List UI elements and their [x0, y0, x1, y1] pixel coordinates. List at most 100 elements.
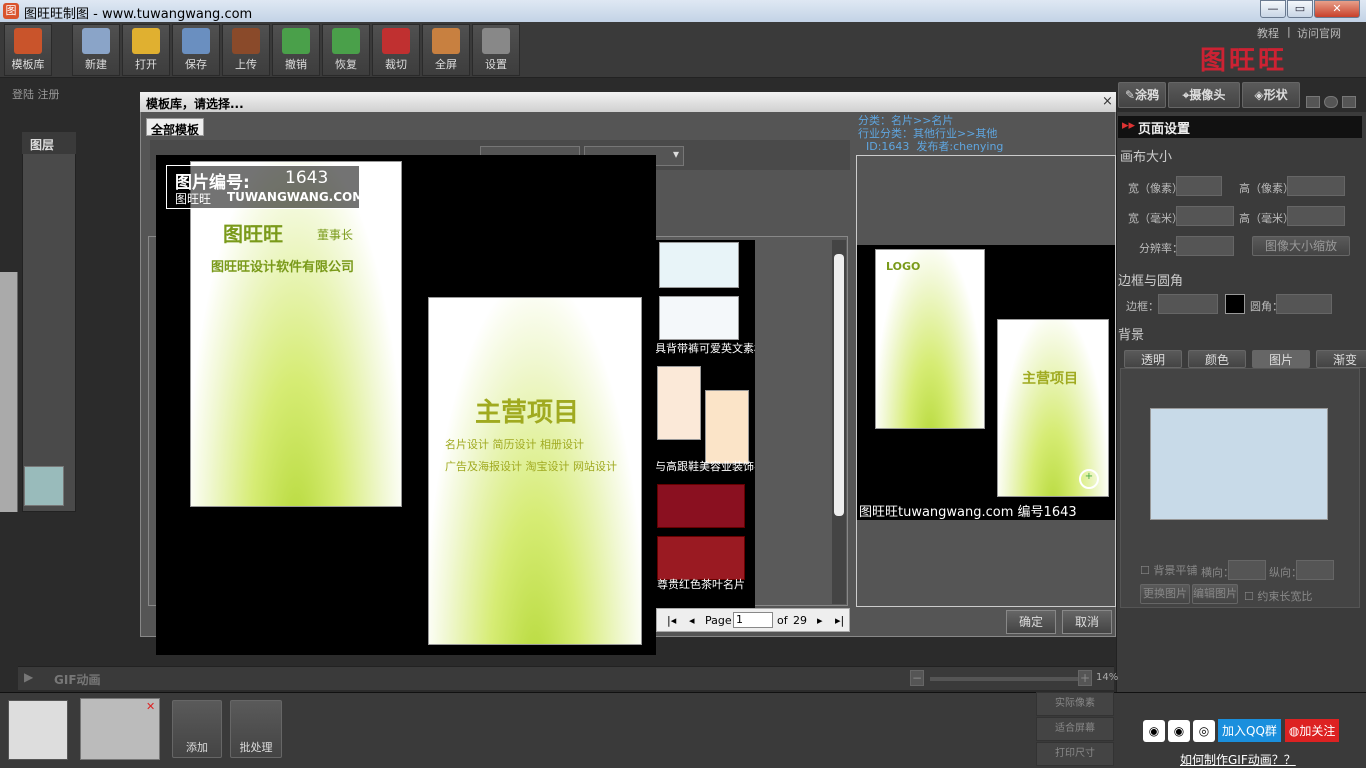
total-pages: 29	[793, 614, 807, 627]
login-link[interactable]: 登陆	[12, 88, 34, 101]
follow-weibo-button[interactable]: ◍加关注	[1284, 719, 1340, 742]
radius-input[interactable]	[1276, 294, 1332, 314]
play-icon[interactable]: ▶	[24, 670, 33, 684]
template-hover-preview: 图旺旺 董事长 图旺旺设计软件有限公司 主营项目 名片设计 简历设计 相册设计 …	[156, 155, 656, 655]
last-page-icon[interactable]: ▸|	[835, 614, 844, 627]
template-library-button[interactable]: 模板库	[4, 24, 52, 76]
open-button[interactable]: 打开	[122, 24, 170, 76]
save-button[interactable]: 保存	[172, 24, 220, 76]
page-input[interactable]: 1	[733, 612, 773, 628]
gif-howto-link[interactable]: 如何制作GIF动画？？	[1180, 751, 1296, 768]
zoom-magnifier-icon[interactable]: +	[1079, 469, 1099, 489]
ok-button[interactable]: 确定	[1006, 610, 1056, 634]
template-preview-image[interactable]: LOGO 主营项目 + 图旺旺tuwangwang.com 编号1643	[857, 245, 1115, 520]
stamp-url: TUWANGWANG.COM	[227, 190, 365, 204]
layers-title: 图层	[22, 132, 76, 154]
add-frame-button[interactable]: 添加	[172, 700, 222, 758]
info-id-publisher: ID:1643 发布者:chenying	[866, 140, 1004, 153]
paint-tool-tab[interactable]: ✎涂鸦	[1118, 82, 1166, 108]
first-page-icon[interactable]: |◂	[667, 614, 676, 627]
template-thumbnail[interactable]	[659, 242, 739, 288]
undo-button[interactable]: 撤销	[272, 24, 320, 76]
tutorial-link[interactable]: 教程	[1257, 25, 1279, 41]
bg-tab-3[interactable]: 渐变	[1316, 350, 1366, 368]
template-thumbnail[interactable]	[657, 366, 701, 440]
change-image-button[interactable]: 更换图片	[1140, 584, 1190, 604]
width-px-input[interactable]	[1176, 176, 1222, 196]
actual-pixels-button[interactable]: 实际像素	[1036, 692, 1114, 716]
print-size-button[interactable]: 打印尺寸	[1036, 742, 1114, 766]
scrollbar-thumb[interactable]	[834, 254, 844, 516]
resolution-input[interactable]	[1176, 236, 1234, 256]
frame-thumbnail[interactable]	[8, 700, 68, 760]
grid-scrollbar[interactable]	[832, 240, 846, 604]
prev-page-icon[interactable]: ◂	[689, 614, 695, 627]
undo-arrow-icon	[282, 28, 310, 54]
settings-button[interactable]: 设置	[472, 24, 520, 76]
join-qq-group-button[interactable]: 加入QQ群	[1218, 719, 1281, 742]
tile-bg-checkbox[interactable]: ☐ 背景平铺	[1140, 562, 1197, 578]
bg-tab-2[interactable]: 图片	[1252, 350, 1310, 368]
layers-panel	[22, 132, 76, 512]
qq-group-icon[interactable]: ◎	[1193, 720, 1215, 742]
register-link[interactable]: 注册	[38, 88, 60, 101]
preview-card-heading: 主营项目	[1022, 371, 1078, 387]
panel-circle-icon[interactable]	[1324, 96, 1338, 108]
height-mm-input[interactable]	[1287, 206, 1345, 226]
template-thumbnail[interactable]	[705, 390, 749, 464]
bg-tab-1[interactable]: 颜色	[1188, 350, 1246, 368]
zoom-level: 14%	[1096, 672, 1119, 683]
delete-frame-icon[interactable]: ✕	[146, 700, 155, 713]
zoom-slider[interactable]	[930, 677, 1080, 681]
minimize-button[interactable]: —	[1260, 0, 1286, 18]
tab-all-templates[interactable]: 全部模板	[146, 118, 204, 137]
dialog-close-button[interactable]: ×	[1102, 94, 1113, 109]
background-preview-image[interactable]	[1150, 408, 1328, 520]
toolbar-label: 恢复	[335, 58, 357, 71]
stamp-id: 1643	[285, 168, 329, 188]
template-thumbnail[interactable]	[657, 484, 745, 528]
vert-input[interactable]	[1296, 560, 1334, 580]
resize-image-button[interactable]: 图像大小缩放	[1252, 236, 1350, 256]
layer-thumbnail[interactable]	[24, 466, 64, 506]
qq-penguin-icon[interactable]: ◉	[1168, 720, 1190, 742]
batch-process-button[interactable]: 批处理	[230, 700, 282, 758]
maximize-button[interactable]: ▭	[1287, 0, 1313, 18]
panel-min-icon[interactable]	[1306, 96, 1320, 108]
weibo-icon: ◍	[1288, 724, 1300, 738]
bg-tab-0[interactable]: 透明	[1124, 350, 1182, 368]
fit-screen-button[interactable]: 适合屏幕	[1036, 717, 1114, 741]
redo-button[interactable]: 恢复	[322, 24, 370, 76]
lock-ratio-checkbox[interactable]: ☐ 约束长宽比	[1244, 588, 1312, 604]
border-color-swatch[interactable]	[1225, 294, 1245, 314]
next-page-icon[interactable]: ▸	[817, 614, 823, 627]
template-thumbnail[interactable]	[657, 536, 745, 580]
close-button[interactable]: ✕	[1314, 0, 1360, 18]
camera-tool-tab[interactable]: ⌖摄像头	[1168, 82, 1240, 108]
fullscreen-icon	[432, 28, 460, 54]
new-button[interactable]: 新建	[72, 24, 120, 76]
of-label: of	[777, 614, 788, 627]
qq-penguin-icon[interactable]: ◉	[1143, 720, 1165, 742]
edit-image-button[interactable]: 编辑图片	[1192, 584, 1238, 604]
official-site-link[interactable]: 访问官网	[1297, 25, 1341, 41]
template-thumbnail[interactable]	[659, 296, 739, 340]
border-input[interactable]	[1158, 294, 1218, 314]
card-back-line1: 名片设计 简历设计 相册设计	[445, 438, 584, 451]
shape-tool-tab[interactable]: ◈形状	[1242, 82, 1300, 108]
width-mm-input[interactable]	[1176, 206, 1234, 226]
zoom-in-button[interactable]: +	[1078, 670, 1092, 686]
watermark-stamp: 图片编号: 1643 图旺旺 TUWANGWANG.COM	[166, 165, 364, 209]
horiz-input[interactable]	[1228, 560, 1266, 580]
height-px-input[interactable]	[1287, 176, 1345, 196]
preview-card-front: LOGO	[875, 249, 985, 429]
card-role: 董事长	[317, 228, 354, 242]
upload-button[interactable]: 上传	[222, 24, 270, 76]
fullscreen-button[interactable]: 全屏	[422, 24, 470, 76]
stamp-brand: 图旺旺	[175, 192, 212, 206]
panel-max-icon[interactable]	[1342, 96, 1356, 108]
zoom-out-button[interactable]: −	[910, 670, 924, 686]
cancel-button[interactable]: 取消	[1062, 610, 1112, 634]
crop-button[interactable]: 裁切	[372, 24, 420, 76]
house-icon	[14, 28, 42, 54]
